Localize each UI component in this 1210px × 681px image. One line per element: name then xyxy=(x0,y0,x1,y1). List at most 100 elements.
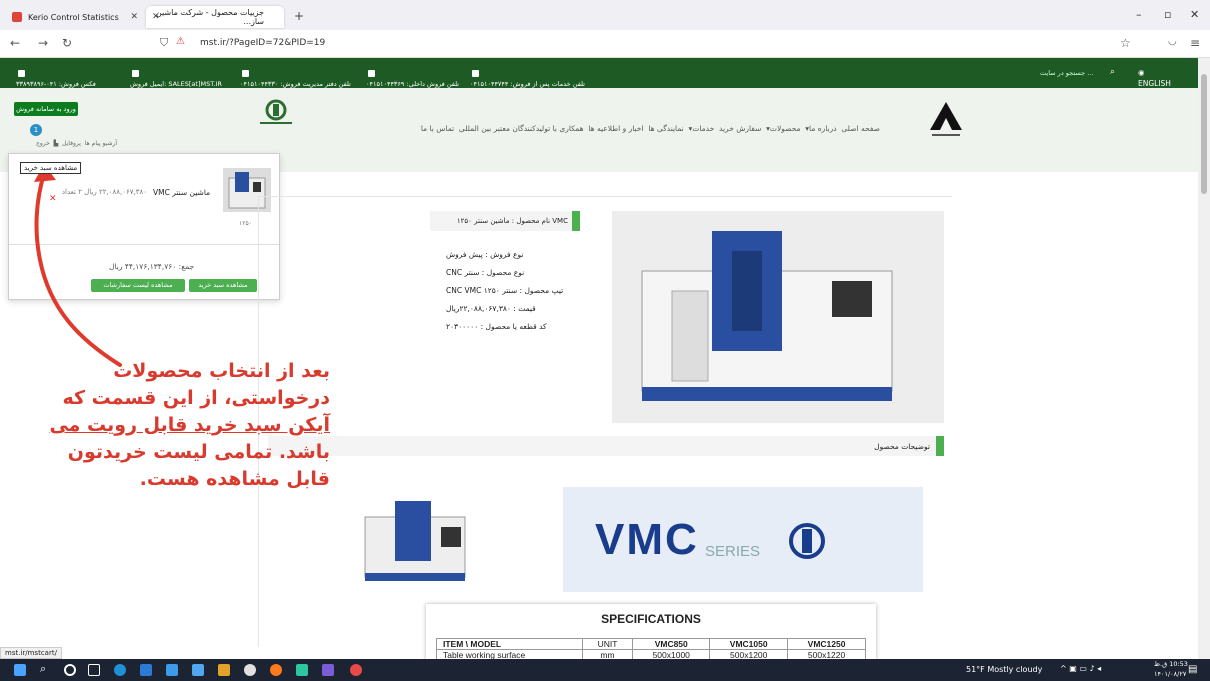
menu-agencies[interactable]: نمایندگی ها xyxy=(648,124,683,133)
phone-icon xyxy=(242,69,249,77)
fax-icon xyxy=(18,69,25,77)
task-view-icon[interactable] xyxy=(88,664,100,676)
shield-icon[interactable]: ⛉ xyxy=(160,36,168,50)
management-phone: تلفن دفتر مدیریت فروش: ۰۴۱۵۱۰۴۴۳۳۰ xyxy=(240,69,351,88)
menu-news[interactable]: اخبار و اطلاعیه ها xyxy=(588,124,643,133)
cart-badge: 1 xyxy=(30,124,42,136)
contact-bar: فکس فروش: ۰۴۱-۳۳۸۹۳۸۹۶ ایمیل فروش: SALES… xyxy=(0,58,1210,88)
forward-icon[interactable]: → xyxy=(38,36,48,50)
tray-icons[interactable]: ^ ▣ ▭ ♪ ◂ xyxy=(1060,664,1101,673)
clock-time[interactable]: 10:53 ق.ظ xyxy=(1154,660,1188,668)
annotation-arrow-icon xyxy=(34,164,122,367)
product-price: قیمت : ۲۲,۰۸۸,۰۶۷,۳۸۰ریال xyxy=(446,304,536,313)
description-header: توضیحات محصول xyxy=(268,436,944,456)
phone-icon xyxy=(368,69,375,77)
table-header: UNIT xyxy=(581,638,634,650)
browser-nav-bar: ← → ↻ ⛉ ⚠ mst.ir/?PageID=72&PID=19 ☆ ◡ ≡ xyxy=(0,30,1210,58)
explorer-icon[interactable] xyxy=(218,664,230,676)
after-sales-phone: تلفن خدمات پس از فروش: ۰۴۱۵۱۰۴۴۷۴۴ xyxy=(470,69,585,88)
mail-icon[interactable] xyxy=(166,664,178,676)
spec-title: SPECIFICATIONS xyxy=(601,612,701,626)
pocket-icon[interactable]: ◡ xyxy=(1168,36,1177,47)
menu-icon[interactable]: ≡ xyxy=(1190,36,1200,50)
chrome-icon[interactable] xyxy=(244,664,256,676)
product-name: نام محصول : ماشین سنتر ۱۲۵۰ VMC xyxy=(430,211,580,231)
close-icon[interactable]: ✕ xyxy=(152,12,160,22)
edge-icon[interactable] xyxy=(114,664,126,676)
product-type: نوع محصول : سنتر CNC xyxy=(446,268,525,277)
cart-item-code: ۱۲۵۰ xyxy=(239,220,252,227)
logout-link[interactable]: خروج xyxy=(36,140,50,147)
internal-sales-phone: تلفن فروش داخلی: ۰۴۱۵۱۰۴۴۳۶۹ xyxy=(366,69,459,88)
company-logo[interactable] xyxy=(928,100,964,140)
bookmark-star-icon[interactable]: ☆ xyxy=(1120,36,1131,50)
product-image[interactable] xyxy=(612,211,944,423)
spec-table-card: SPECIFICATIONS ITEM \ MODEL UNIT VMC850 … xyxy=(426,604,876,662)
menu-services[interactable]: خدمات xyxy=(692,124,714,133)
profile-link[interactable]: پروفایل xyxy=(62,140,81,147)
product-code: کد قطعه یا محصول : ۲۰۳۰۰۰۰۰ xyxy=(446,322,547,331)
app-icon[interactable] xyxy=(296,664,308,676)
new-tab-button[interactable]: + xyxy=(294,9,304,23)
banner-title: VMC xyxy=(595,515,699,564)
taskbar: ⌕ 51°F Mostly cloudy ^ ▣ ▭ ♪ ◂ 10:53 ق.ظ… xyxy=(0,659,1210,681)
menu-order[interactable]: سفارش خرید xyxy=(719,124,761,133)
cart-tooltip: مشاهده سبد خرید xyxy=(20,162,82,174)
page-scrollbar[interactable] xyxy=(1198,58,1210,659)
menu-about[interactable]: درباره ما xyxy=(809,124,837,133)
tab-product[interactable]: جزییات محصول - شرکت ماشین ساز... ✕ xyxy=(146,6,284,28)
photos-icon[interactable] xyxy=(192,664,204,676)
search-icon[interactable]: ⌕ xyxy=(1110,67,1115,77)
close-window-icon[interactable]: ✕ xyxy=(1190,8,1199,21)
tab-kerio[interactable]: Kerio Control Statistics ✕ xyxy=(6,6,144,28)
lock-warning-icon[interactable]: ⚠ xyxy=(176,36,185,47)
notifications-icon[interactable]: ▤ xyxy=(1188,664,1197,675)
search-icon[interactable]: ⌕ xyxy=(40,662,52,675)
cart-icon[interactable]: ▙ xyxy=(54,140,59,147)
table-header-row: ITEM \ MODEL UNIT VMC850 VMC1050 VMC1250 xyxy=(436,638,866,650)
table-header: VMC1250 xyxy=(787,638,866,650)
login-button[interactable]: ورود به سامانه فروش xyxy=(14,102,78,116)
kerio-favicon-icon xyxy=(12,12,22,22)
status-url: mst.ir/mstcart/ xyxy=(0,647,62,659)
menu-products[interactable]: محصولات xyxy=(770,124,801,133)
annotation-text: بعد از انتخاب محصولات درخواستی، از این ق… xyxy=(49,360,330,490)
cortana-icon[interactable] xyxy=(64,664,76,676)
close-icon[interactable]: ✕ xyxy=(130,12,138,22)
app-icon[interactable] xyxy=(350,664,362,676)
banner-subtitle: SERIES xyxy=(705,543,761,560)
firefox-icon[interactable] xyxy=(270,664,282,676)
cart-item-name[interactable]: ماشین سنتر VMC xyxy=(153,188,210,197)
weather[interactable]: 51°F Mostly cloudy xyxy=(966,665,1042,674)
user-links: آرشیو پیام ها پروفایل ▙ خروج xyxy=(36,140,117,147)
reload-icon[interactable]: ↻ xyxy=(62,36,72,50)
browser-tab-strip: Kerio Control Statistics ✕ جزییات محصول … xyxy=(0,0,1210,30)
menu-cooperation[interactable]: همکاری با تولیدکنندگان معتبر بین المللی xyxy=(459,124,584,133)
menu-contact[interactable]: تماس با ما xyxy=(421,124,454,133)
maximize-icon[interactable]: ▫ xyxy=(1164,8,1171,21)
table-header: VMC850 xyxy=(632,638,711,650)
minimize-icon[interactable]: – xyxy=(1136,8,1142,21)
language-switch[interactable]: ENGLISH ◉ xyxy=(1138,68,1171,88)
table-header: VMC1050 xyxy=(709,638,789,650)
mail-icon xyxy=(132,69,139,77)
product-model: تیپ محصول : سنتر ۱۲۵۰ CNC VMC xyxy=(446,286,564,295)
clock-date[interactable]: ۱۴۰۱/۰۸/۲۷ xyxy=(1154,670,1186,678)
mst-logo[interactable] xyxy=(256,96,296,126)
back-icon[interactable]: ← xyxy=(10,36,20,50)
address-bar[interactable]: mst.ir/?PageID=72&PID=19 xyxy=(200,38,325,48)
app-icon[interactable] xyxy=(322,664,334,676)
cart-item-image xyxy=(223,168,271,212)
messages-link[interactable]: آرشیو پیام ها xyxy=(85,140,117,147)
sale-type: نوع فروش : پیش فروش xyxy=(446,250,524,259)
menu-home[interactable]: صفحه اصلی xyxy=(841,124,880,133)
site-search-input[interactable]: جستجو در سایت ... xyxy=(1040,69,1093,77)
main-menu: صفحه اصلی درباره ما▾ محصولات▾ سفارش خرید… xyxy=(420,124,880,133)
store-icon[interactable] xyxy=(140,664,152,676)
phone-icon xyxy=(472,69,479,77)
email[interactable]: ایمیل فروش: SALES[at]MST.IR xyxy=(130,69,222,88)
windows-start-icon[interactable] xyxy=(14,664,26,676)
vmc-banner: VMC SERIES xyxy=(355,487,923,592)
table-header: ITEM \ MODEL xyxy=(436,638,583,650)
view-cart-button[interactable]: مشاهده سبد خرید xyxy=(189,279,257,292)
